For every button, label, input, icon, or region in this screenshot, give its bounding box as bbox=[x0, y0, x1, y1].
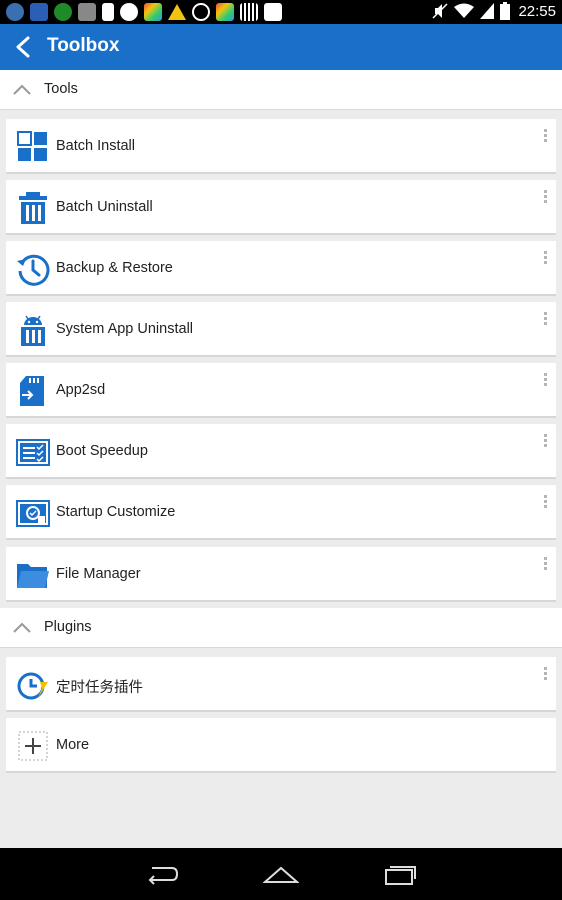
tool-label: Boot Speedup bbox=[56, 443, 148, 459]
navigation-bar bbox=[0, 848, 562, 900]
warning-icon bbox=[168, 4, 186, 20]
tool-label: File Manager bbox=[56, 566, 141, 582]
app-bar: Toolbox bbox=[0, 24, 562, 70]
folder-icon bbox=[17, 564, 49, 588]
overflow-menu-icon[interactable] bbox=[540, 129, 550, 151]
sd-card-icon bbox=[20, 376, 44, 406]
plugin-label: More bbox=[56, 737, 90, 753]
overflow-menu-icon[interactable] bbox=[540, 312, 550, 334]
overflow-menu-icon[interactable] bbox=[540, 373, 550, 395]
barcode-icon bbox=[240, 3, 258, 21]
home-icon bbox=[262, 866, 300, 883]
recents-icon bbox=[385, 866, 416, 885]
signal-icon bbox=[480, 3, 495, 19]
timer-plugin-icon bbox=[17, 672, 48, 700]
tool-label: Batch Install bbox=[56, 138, 135, 154]
back-arrow-icon bbox=[148, 867, 179, 885]
android-trash-icon bbox=[21, 315, 45, 346]
startup-gear-icon bbox=[16, 500, 50, 527]
checklist-icon bbox=[16, 439, 50, 466]
status-bar: 22:55 bbox=[0, 0, 562, 24]
gallery-icon-2 bbox=[216, 3, 234, 21]
steam-icon bbox=[120, 3, 138, 21]
batch-install-icon bbox=[17, 131, 47, 161]
plugin-label: 定时任务插件 bbox=[56, 680, 143, 696]
chevron-up-icon bbox=[13, 84, 31, 95]
overflow-menu-icon[interactable] bbox=[540, 434, 550, 456]
nav-recents-button[interactable] bbox=[382, 862, 418, 886]
tool-item-boot-speedup[interactable]: Boot Speedup bbox=[6, 424, 556, 479]
tool-item-app2sd[interactable]: App2sd bbox=[6, 363, 556, 418]
status-time: 22:55 bbox=[518, 2, 556, 20]
battery-icon bbox=[500, 2, 511, 20]
section-label: Plugins bbox=[44, 619, 92, 635]
tool-item-batch-install[interactable]: Batch Install bbox=[6, 119, 556, 174]
clock-history-icon bbox=[17, 254, 50, 286]
overflow-menu-icon[interactable] bbox=[540, 251, 550, 273]
tool-label: Batch Uninstall bbox=[56, 199, 153, 215]
sim-card-icon bbox=[102, 3, 114, 21]
wifi-icon bbox=[454, 3, 475, 18]
network-4g-icon bbox=[6, 3, 24, 21]
notification-icons bbox=[6, 3, 282, 21]
system-icons: 22:55 bbox=[432, 2, 556, 20]
tool-label: Startup Customize bbox=[56, 504, 176, 520]
chevron-up-icon bbox=[13, 622, 31, 633]
plugin-item-timer[interactable]: 定时任务插件 bbox=[6, 657, 556, 712]
wrench-icon bbox=[30, 3, 48, 21]
tool-label: App2sd bbox=[56, 382, 106, 398]
tool-label: Backup & Restore bbox=[56, 260, 173, 276]
plus-icon bbox=[18, 731, 48, 761]
overflow-menu-icon[interactable] bbox=[540, 667, 550, 689]
tool-item-file-manager[interactable]: File Manager bbox=[6, 547, 556, 602]
chevron-left-icon bbox=[16, 36, 30, 58]
overflow-menu-icon[interactable] bbox=[540, 190, 550, 212]
tool-item-startup-customize[interactable]: Startup Customize bbox=[6, 485, 556, 540]
g-refresh-icon bbox=[192, 3, 210, 21]
tool-label: System App Uninstall bbox=[56, 321, 194, 337]
tools-section-header[interactable]: Tools bbox=[0, 70, 562, 110]
plugins-section-header[interactable]: Plugins bbox=[0, 608, 562, 648]
trash-icon bbox=[19, 192, 47, 224]
game-icon bbox=[54, 3, 72, 21]
tool-item-backup-restore[interactable]: Backup & Restore bbox=[6, 241, 556, 296]
page-title: Toolbox bbox=[47, 35, 120, 56]
nav-back-button[interactable] bbox=[144, 862, 180, 886]
section-label: Tools bbox=[44, 81, 78, 97]
overflow-menu-icon[interactable] bbox=[540, 557, 550, 579]
tool-item-batch-uninstall[interactable]: Batch Uninstall bbox=[6, 180, 556, 235]
tool-item-system-app-uninstall[interactable]: System App Uninstall bbox=[6, 302, 556, 357]
mute-icon bbox=[432, 3, 448, 19]
battery-app-icon bbox=[78, 3, 96, 21]
overflow-menu-icon[interactable] bbox=[540, 495, 550, 517]
bag-icon bbox=[264, 3, 282, 21]
gallery-icon bbox=[144, 3, 162, 21]
back-button[interactable] bbox=[10, 33, 38, 61]
plugin-item-more[interactable]: More bbox=[6, 718, 556, 773]
nav-home-button[interactable] bbox=[262, 862, 300, 886]
